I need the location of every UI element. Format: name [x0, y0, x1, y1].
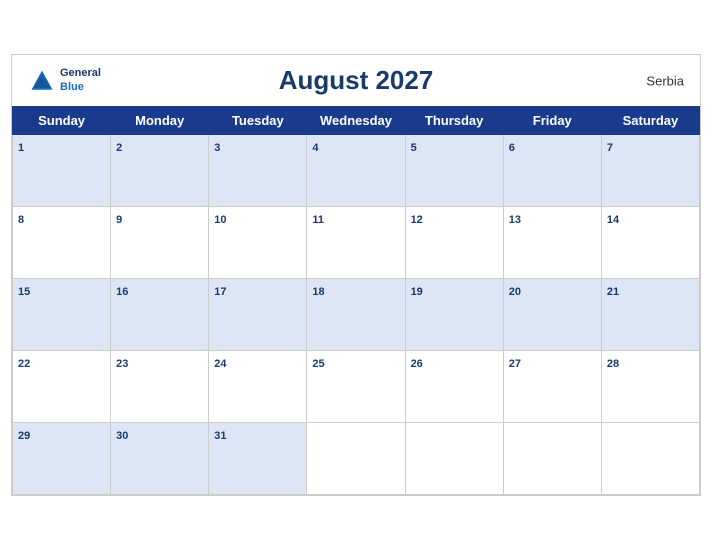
calendar-cell: 31: [209, 423, 307, 495]
day-number: 10: [214, 214, 226, 226]
logo-text: General Blue: [60, 67, 101, 93]
day-number: 8: [18, 214, 24, 226]
calendar-cell: 3: [209, 135, 307, 207]
calendar-cell: 20: [503, 279, 601, 351]
month-title: August 2027: [279, 65, 434, 96]
calendar-cell: 16: [111, 279, 209, 351]
day-number: 12: [411, 214, 423, 226]
calendar-header: General Blue August 2027 Serbia: [12, 55, 700, 106]
country-label: Serbia: [646, 73, 684, 88]
header-tuesday: Tuesday: [209, 107, 307, 135]
day-number: 22: [18, 358, 30, 370]
calendar-cell: 29: [13, 423, 111, 495]
header-friday: Friday: [503, 107, 601, 135]
day-number: 26: [411, 358, 423, 370]
day-number: 20: [509, 286, 521, 298]
day-number: 5: [411, 142, 417, 154]
calendar-cell: 14: [601, 207, 699, 279]
calendar-cell: 26: [405, 351, 503, 423]
calendar-cell: [405, 423, 503, 495]
calendar-cell: 22: [13, 351, 111, 423]
day-number: 29: [18, 430, 30, 442]
header-saturday: Saturday: [601, 107, 699, 135]
week-row-4: 22 23 24 25 26 27 28: [13, 351, 700, 423]
calendar-cell: 21: [601, 279, 699, 351]
calendar-cell: 9: [111, 207, 209, 279]
calendar-cell: 30: [111, 423, 209, 495]
day-number: 21: [607, 286, 619, 298]
day-number: 7: [607, 142, 613, 154]
day-number: 31: [214, 430, 226, 442]
calendar-grid: Sunday Monday Tuesday Wednesday Thursday…: [12, 106, 700, 495]
day-number: 19: [411, 286, 423, 298]
calendar-cell: [601, 423, 699, 495]
day-number: 17: [214, 286, 226, 298]
header-sunday: Sunday: [13, 107, 111, 135]
calendar-cell: 6: [503, 135, 601, 207]
calendar-cell: [307, 423, 405, 495]
week-row-3: 15 16 17 18 19 20 21: [13, 279, 700, 351]
day-number: 13: [509, 214, 521, 226]
calendar-cell: 4: [307, 135, 405, 207]
logo-icon: [28, 67, 56, 95]
calendar-cell: 27: [503, 351, 601, 423]
day-number: 2: [116, 142, 122, 154]
day-number: 4: [312, 142, 318, 154]
calendar-cell: [503, 423, 601, 495]
header-wednesday: Wednesday: [307, 107, 405, 135]
day-number: 28: [607, 358, 619, 370]
calendar-cell: 13: [503, 207, 601, 279]
calendar-cell: 17: [209, 279, 307, 351]
day-number: 6: [509, 142, 515, 154]
weekday-header-row: Sunday Monday Tuesday Wednesday Thursday…: [13, 107, 700, 135]
day-number: 3: [214, 142, 220, 154]
day-number: 27: [509, 358, 521, 370]
calendar-cell: 11: [307, 207, 405, 279]
header-thursday: Thursday: [405, 107, 503, 135]
calendar-cell: 28: [601, 351, 699, 423]
calendar-container: General Blue August 2027 Serbia Sunday M…: [11, 54, 701, 496]
calendar-cell: 18: [307, 279, 405, 351]
day-number: 23: [116, 358, 128, 370]
week-row-1: 1 2 3 4 5 6 7: [13, 135, 700, 207]
week-row-2: 8 9 10 11 12 13 14: [13, 207, 700, 279]
day-number: 30: [116, 430, 128, 442]
calendar-cell: 23: [111, 351, 209, 423]
calendar-cell: 15: [13, 279, 111, 351]
day-number: 18: [312, 286, 324, 298]
calendar-cell: 1: [13, 135, 111, 207]
day-number: 1: [18, 142, 24, 154]
calendar-cell: 7: [601, 135, 699, 207]
calendar-cell: 8: [13, 207, 111, 279]
day-number: 24: [214, 358, 226, 370]
day-number: 25: [312, 358, 324, 370]
week-row-5: 29 30 31: [13, 423, 700, 495]
calendar-cell: 10: [209, 207, 307, 279]
day-number: 16: [116, 286, 128, 298]
calendar-cell: 25: [307, 351, 405, 423]
day-number: 9: [116, 214, 122, 226]
day-number: 14: [607, 214, 619, 226]
calendar-cell: 24: [209, 351, 307, 423]
day-number: 11: [312, 214, 324, 226]
header-monday: Monday: [111, 107, 209, 135]
day-number: 15: [18, 286, 30, 298]
calendar-cell: 5: [405, 135, 503, 207]
calendar-cell: 12: [405, 207, 503, 279]
calendar-cell: 19: [405, 279, 503, 351]
calendar-cell: 2: [111, 135, 209, 207]
logo-area: General Blue: [28, 67, 101, 95]
